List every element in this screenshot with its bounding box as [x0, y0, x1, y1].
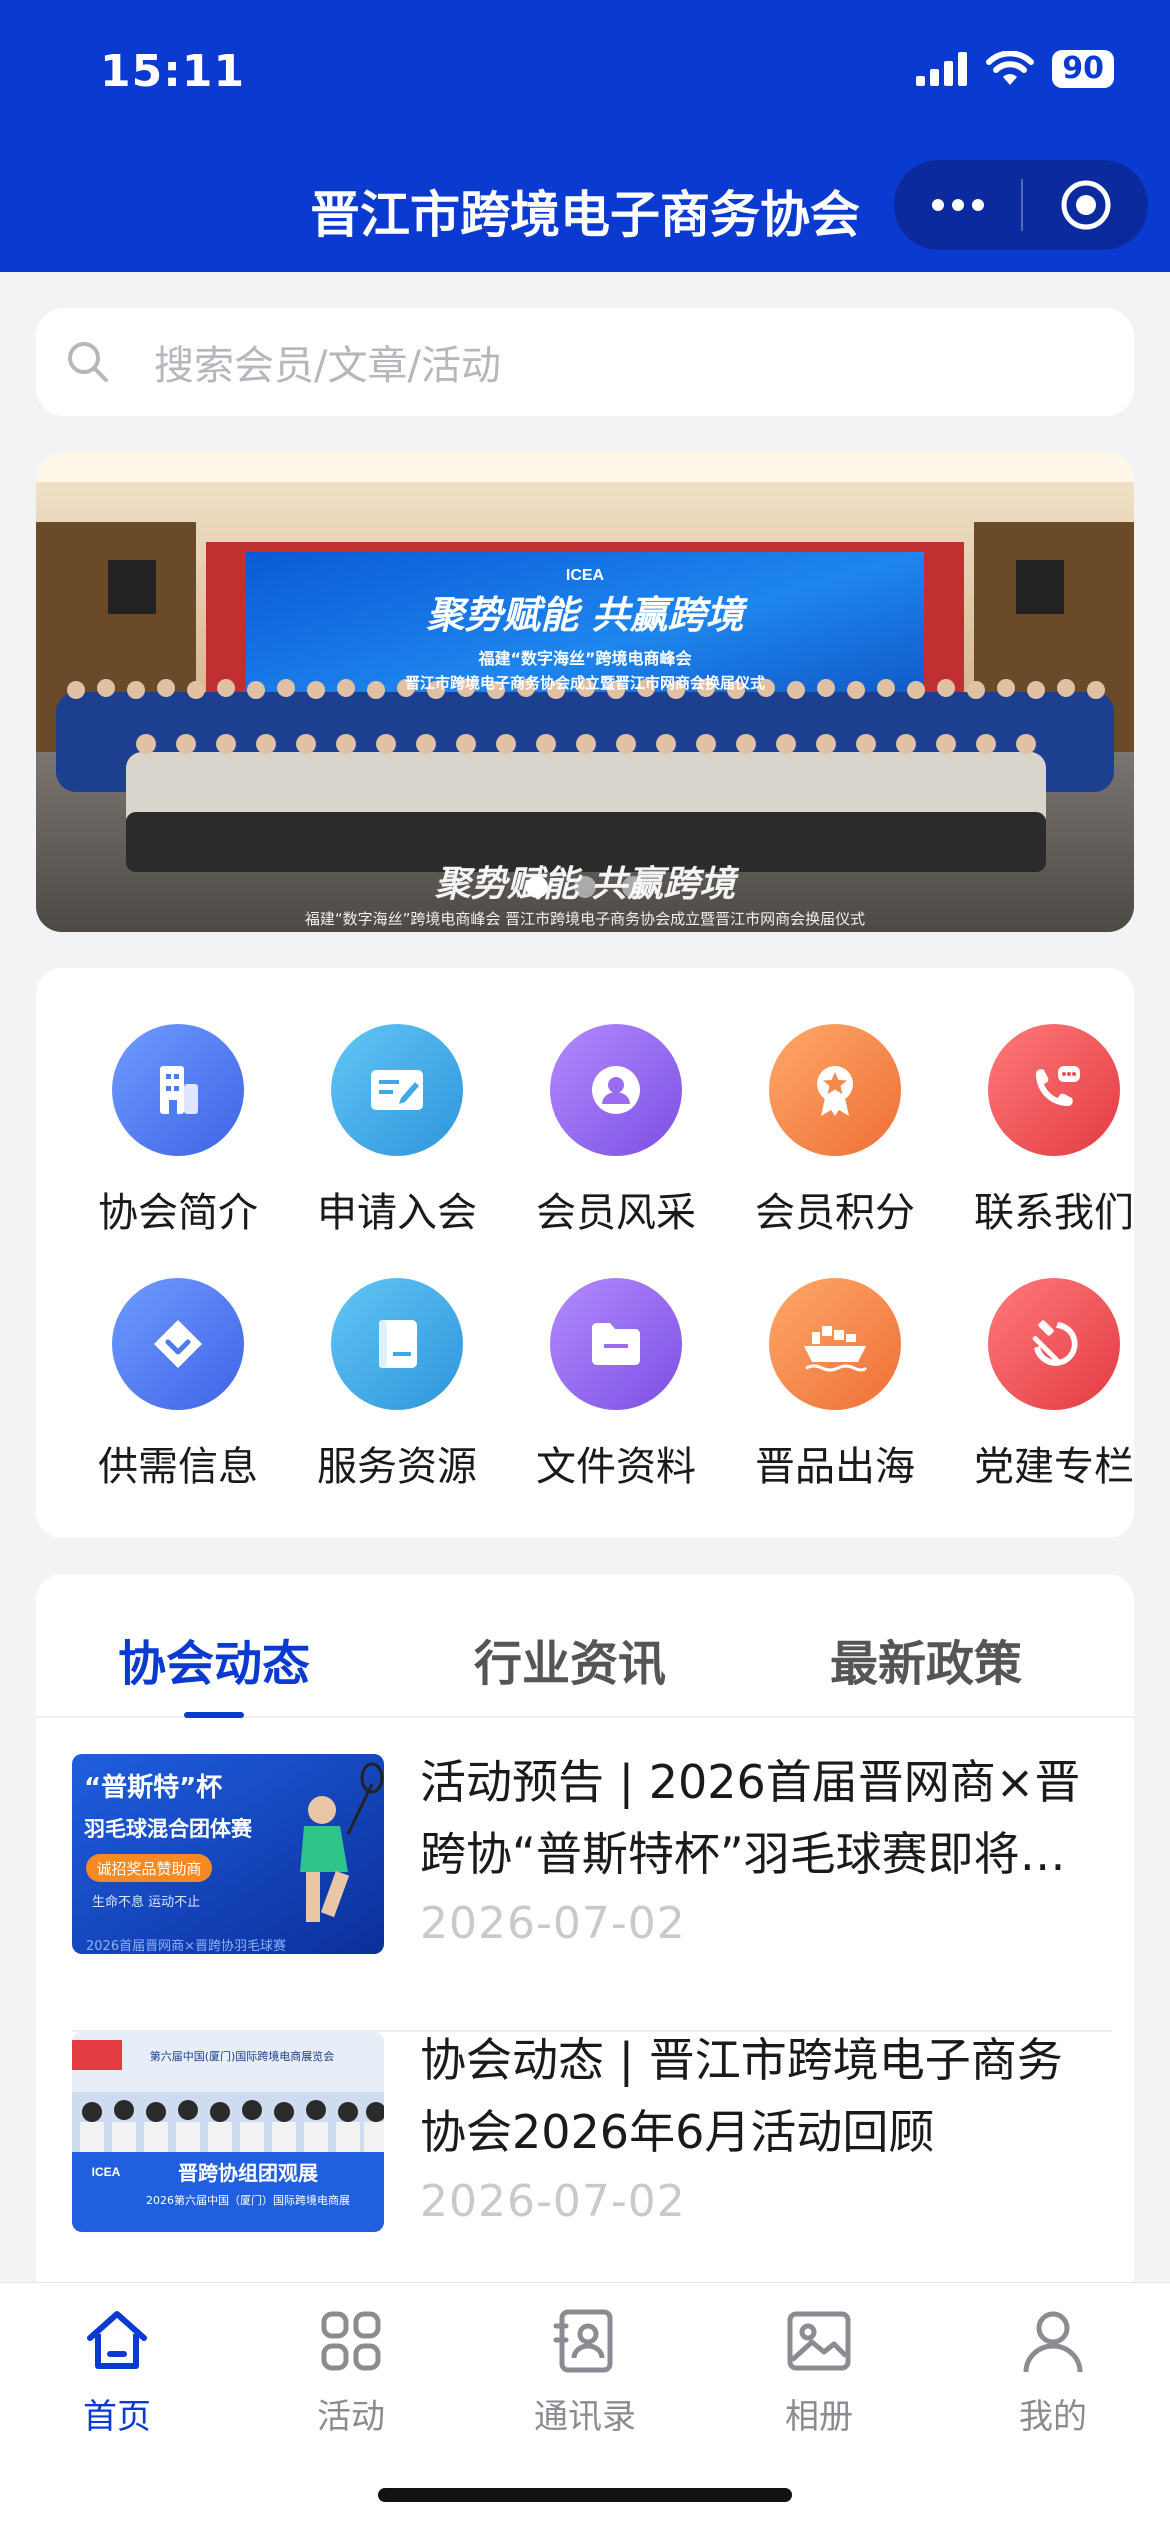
banner-line-2: 晋江市跨境电子商务协会成立暨晋江市网商会换届仪式 [405, 674, 765, 692]
thumb-subtitle: 羽毛球混合团体赛 [84, 1817, 253, 1841]
grid-item-supply[interactable]: 供需信息 [68, 1278, 288, 1518]
grid-item-about[interactable]: 协会简介 [68, 1024, 288, 1264]
news-date: 2026-07-02 [420, 1898, 686, 1949]
banner-line-1: 福建“数字海丝”跨境电商峰会 [477, 649, 691, 668]
grid-label: 协会简介 [98, 1190, 258, 1236]
tab-contacts[interactable]: 通讯录 [468, 2301, 702, 2438]
home-icon [87, 2311, 147, 2369]
grid-label: 党建专栏 [974, 1444, 1134, 1490]
feature-grid: 协会简介 申请入会 会员风采 会员积分 联系我们 供需信息 服务资源 文件资料 … [36, 968, 1134, 1538]
grid-label: 会员风采 [536, 1190, 696, 1236]
status-icons: 90 [916, 50, 1114, 88]
activity-grid-icon [321, 2311, 381, 2371]
news-thumbnail: “普斯特”杯 羽毛球混合团体赛 诚招奖品赞助商 生命不息 运动不止 2026首届… [72, 1754, 384, 1954]
battery-indicator: 90 [1052, 50, 1114, 88]
contacts-icon [553, 2309, 613, 2373]
album-icon [787, 2311, 851, 2371]
grid-label: 文件资料 [536, 1444, 696, 1490]
medal-icon [769, 1024, 901, 1156]
app-header: 15:11 90 晋江市跨境电子商务协会 [0, 0, 1170, 272]
banner-headline: 聚势赋能 共赢跨境 [426, 593, 748, 637]
banner-carousel[interactable]: ICEA 聚势赋能 共赢跨境 福建“数字海丝”跨境电商峰会 晋江市跨境电子商务协… [36, 452, 1134, 932]
news-tabs: 协会动态 行业资讯 最新政策 [36, 1574, 1134, 1718]
tab-label: 我的 [1019, 2397, 1087, 2437]
phone-chat-icon [988, 1024, 1120, 1156]
search-bar[interactable]: 搜索会员/文章/活动 [36, 308, 1134, 416]
grid-label: 服务资源 [317, 1444, 477, 1490]
tab-label: 活动 [317, 2397, 385, 2437]
tab-label: 相册 [785, 2397, 853, 2437]
thumb-headline: 晋跨协组团观展 [178, 2161, 318, 2185]
grid-item-export[interactable]: 晋品出海 [725, 1278, 945, 1518]
tab-album[interactable]: 相册 [702, 2301, 936, 2438]
search-placeholder: 搜索会员/文章/活动 [154, 343, 501, 389]
thumb-title: “普斯特”杯 [84, 1772, 222, 1803]
grid-item-apply[interactable]: 申请入会 [287, 1024, 507, 1264]
cargo-ship-icon [769, 1278, 901, 1410]
news-date: 2026-07-02 [420, 2176, 686, 2227]
grid-item-files[interactable]: 文件资料 [506, 1278, 726, 1518]
status-time: 15:11 [100, 46, 246, 97]
diamond-tag-icon [112, 1278, 244, 1410]
hammer-sickle-icon [988, 1278, 1120, 1410]
thumb-subline: 2026第六届中国（厦门）国际跨境电商展 [146, 2193, 350, 2207]
building-icon [112, 1024, 244, 1156]
thumb-badge: 诚招奖品赞助商 [96, 1860, 201, 1878]
banner-pagination [36, 876, 1134, 898]
thumb-tagline: 生命不息 运动不止 [92, 1894, 200, 1910]
thumb-footer: 2026首届晋网商×晋跨协羽毛球赛 [86, 1938, 286, 1954]
news-item[interactable]: 第六届中国(厦门)国际跨境电商展览会 ICEA 晋跨协组团观展 2026第六届中… [56, 2004, 1116, 2254]
grid-label: 供需信息 [98, 1444, 258, 1490]
banner-dot[interactable] [526, 876, 548, 898]
grid-label: 晋品出海 [755, 1444, 915, 1490]
tab-label: 通讯录 [534, 2397, 636, 2437]
banner-dot[interactable] [574, 876, 596, 898]
news-title: 活动预告 | 2026首届晋网商×晋跨协“普斯特杯”羽毛球赛即将开赛 [420, 1755, 1081, 1881]
grid-item-members[interactable]: 会员风采 [506, 1024, 726, 1264]
news-section: 协会动态 行业资讯 最新政策 “普斯特”杯 羽毛球混合团体赛 诚招奖品赞助商 生… [36, 1574, 1134, 2294]
cellular-signal-icon [916, 52, 968, 86]
profile-icon [1023, 2311, 1083, 2373]
grid-item-party[interactable]: 党建专栏 [944, 1278, 1164, 1518]
banner-logo: ICEA [566, 567, 605, 584]
banner-photo: ICEA 聚势赋能 共赢跨境 福建“数字海丝”跨境电商峰会 晋江市跨境电子商务协… [36, 452, 1134, 932]
target-icon [1061, 180, 1110, 230]
folder-icon [550, 1278, 682, 1410]
thumb-logo: ICEA [92, 2165, 121, 2179]
news-title: 协会动态 | 晋江市跨境电子商务协会2026年6月活动回顾 [420, 2033, 1063, 2159]
tab-label: 首页 [83, 2397, 151, 2437]
banner-dot[interactable] [622, 876, 644, 898]
member-avatar-icon [550, 1024, 682, 1156]
grid-label: 申请入会 [317, 1190, 477, 1236]
grid-item-resources[interactable]: 服务资源 [287, 1278, 507, 1518]
tab-home[interactable]: 首页 [0, 2301, 234, 2438]
tab-profile[interactable]: 我的 [936, 2301, 1170, 2438]
apply-form-icon [331, 1024, 463, 1156]
banner-bottom-caption: 福建“数字海丝”跨境电商峰会 晋江市跨境电子商务协会成立暨晋江市网商会换届仪式 [305, 910, 865, 928]
close-miniprogram-button[interactable] [1023, 160, 1148, 250]
grid-item-points[interactable]: 会员积分 [725, 1024, 945, 1264]
miniprogram-capsule [894, 160, 1148, 250]
grid-item-contact[interactable]: 联系我们 [944, 1024, 1164, 1264]
wifi-icon [986, 51, 1035, 85]
tab-activities[interactable]: 活动 [234, 2301, 468, 2438]
tab-latest-policy[interactable]: 最新政策 [830, 1624, 1022, 1694]
grid-label: 会员积分 [755, 1190, 915, 1236]
home-indicator [378, 2488, 792, 2502]
book-icon [331, 1278, 463, 1410]
grid-label: 联系我们 [974, 1190, 1134, 1236]
news-thumbnail: 第六届中国(厦门)国际跨境电商展览会 ICEA 晋跨协组团观展 2026第六届中… [72, 2032, 384, 2232]
active-tab-indicator [184, 1712, 244, 1718]
tab-industry-news[interactable]: 行业资讯 [474, 1624, 666, 1694]
search-icon [68, 342, 108, 382]
more-menu-button[interactable] [894, 160, 1021, 250]
news-item[interactable]: “普斯特”杯 羽毛球混合团体赛 诚招奖品赞助商 生命不息 运动不止 2026首届… [56, 1726, 1116, 1976]
tab-association-news[interactable]: 协会动态 [118, 1624, 310, 1694]
thumb-expo-title: 第六届中国(厦门)国际跨境电商展览会 [150, 2049, 335, 2063]
